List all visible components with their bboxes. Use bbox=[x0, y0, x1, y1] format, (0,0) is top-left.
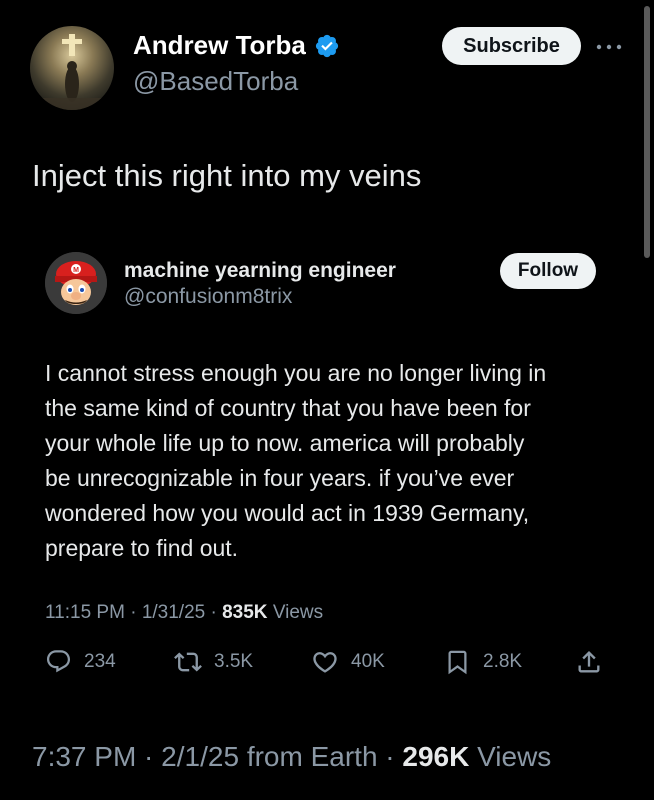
quoted-text-line: be unrecognizable in four years. if you’… bbox=[45, 465, 515, 491]
post-source: from Earth bbox=[246, 741, 378, 772]
share-icon bbox=[578, 651, 600, 673]
quoted-post-time[interactable]: 11:15 PM bbox=[45, 602, 125, 623]
quoted-post-meta: 11:15 PM · 1/31/25 · 835K Views bbox=[45, 602, 324, 623]
quoted-author-handle[interactable]: @confusionm8trix bbox=[124, 285, 292, 309]
author-name[interactable]: Andrew Torba bbox=[133, 30, 306, 61]
share-button[interactable] bbox=[575, 648, 603, 676]
mario-avatar-icon: M bbox=[45, 252, 107, 314]
bookmark-icon bbox=[448, 650, 467, 675]
quoted-views-label: Views bbox=[272, 602, 324, 623]
author-avatar[interactable] bbox=[30, 26, 114, 110]
cross-painting-avatar-icon bbox=[30, 26, 114, 110]
post-date[interactable]: 2/1/25 bbox=[161, 741, 239, 772]
quoted-author-avatar[interactable]: M bbox=[45, 252, 107, 314]
post-meta: 7:37 PM · 2/1/25 from Earth · 296K Views bbox=[32, 741, 552, 772]
repost-icon bbox=[174, 652, 202, 672]
post-views-count: 296K bbox=[402, 741, 470, 772]
quoted-post-date[interactable]: 1/31/25 bbox=[142, 602, 205, 623]
more-options-icon[interactable] bbox=[596, 44, 622, 50]
author-name-row: Andrew Torba bbox=[133, 30, 340, 61]
quoted-post-text: I cannot stress enough you are no longer… bbox=[45, 356, 635, 566]
verified-badge-icon bbox=[315, 34, 338, 57]
quoted-author-name[interactable]: machine yearning engineer bbox=[124, 259, 396, 283]
reply-icon bbox=[46, 650, 71, 673]
quoted-text-line: your whole life up to now. america will … bbox=[45, 430, 525, 456]
quoted-text-line: prepare to find out. bbox=[45, 535, 239, 561]
repost-button[interactable]: 3.5K bbox=[174, 648, 253, 676]
reply-button[interactable]: 234 bbox=[45, 648, 116, 675]
repost-count: 3.5K bbox=[214, 651, 254, 672]
scrollbar[interactable] bbox=[644, 6, 650, 258]
svg-text:M: M bbox=[73, 267, 79, 274]
bookmark-count: 2.8K bbox=[483, 651, 523, 672]
follow-button[interactable]: Follow bbox=[500, 253, 596, 289]
quoted-text-line: wondered how you would act in 1939 Germa… bbox=[45, 500, 530, 526]
quoted-views-count: 835K bbox=[222, 602, 268, 623]
bookmark-button[interactable]: 2.8K bbox=[444, 648, 522, 676]
quoted-text-line: the same kind of country that you have b… bbox=[45, 395, 531, 421]
post-views-label: Views bbox=[477, 741, 552, 772]
post-time[interactable]: 7:37 PM bbox=[32, 741, 136, 772]
post-text: Inject this right into my veins bbox=[32, 158, 422, 193]
reply-count: 234 bbox=[84, 650, 116, 672]
like-button[interactable]: 40K bbox=[311, 648, 385, 676]
subscribe-button[interactable]: Subscribe bbox=[442, 27, 581, 65]
quoted-text-line: I cannot stress enough you are no longer… bbox=[45, 360, 547, 386]
author-handle[interactable]: @BasedTorba bbox=[133, 66, 298, 97]
like-count: 40K bbox=[351, 651, 385, 672]
heart-icon bbox=[313, 652, 337, 673]
